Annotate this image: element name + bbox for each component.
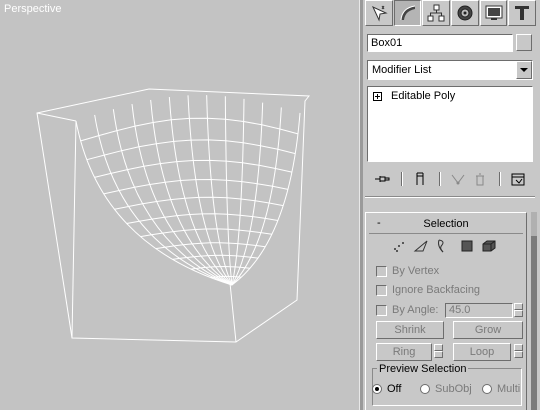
loop-button[interactable]: Loop <box>453 343 511 361</box>
selection-rollout-header[interactable]: - Selection <box>369 217 523 234</box>
modify-tab-icon <box>400 5 415 21</box>
ring-spinner[interactable] <box>434 344 443 359</box>
utilities-tab-icon <box>515 6 530 20</box>
preview-off-option[interactable]: Off <box>372 383 401 395</box>
modify-tab[interactable] <box>393 0 422 26</box>
spinner-down-arrow[interactable] <box>434 351 443 358</box>
vertex-icon <box>394 242 404 252</box>
by-angle-label: By Angle: <box>392 304 439 316</box>
loop-spinner[interactable] <box>514 344 523 359</box>
utilities-tab[interactable] <box>508 0 537 26</box>
box-edge <box>229 282 237 343</box>
motion-tab[interactable] <box>451 0 479 26</box>
toolbar-separator <box>499 172 501 186</box>
show-end-result-button[interactable] <box>411 170 429 188</box>
configure-sets-icon <box>511 173 525 186</box>
remove-modifier-button[interactable] <box>471 170 489 188</box>
by-vertex-option[interactable]: By Vertex <box>376 265 439 277</box>
mesh-spoke <box>206 95 233 286</box>
expand-plus-icon[interactable] <box>373 91 382 101</box>
hierarchy-tab-icon <box>427 4 445 22</box>
polygon-mode-button[interactable] <box>459 238 475 254</box>
motion-tab-icon <box>457 5 473 21</box>
preview-off-radio[interactable] <box>372 384 382 394</box>
selection-rollout-title: Selection <box>423 218 469 230</box>
hierarchy-tab[interactable] <box>422 0 451 26</box>
ignore-backfacing-label: Ignore Backfacing <box>392 284 481 296</box>
subobject-level-buttons <box>391 238 531 254</box>
edge-mode-button[interactable] <box>413 238 429 254</box>
spinner-up-arrow[interactable] <box>434 344 443 351</box>
object-name-field[interactable]: Box01 <box>367 34 513 52</box>
ring-button[interactable]: Ring <box>376 343 432 361</box>
preview-selection-title: Preview Selection <box>377 363 469 375</box>
by-vertex-checkbox[interactable] <box>376 265 387 277</box>
pin-icon <box>375 176 390 182</box>
modifier-list-value: Modifier List <box>372 64 432 76</box>
spinner-down-arrow[interactable] <box>514 351 523 358</box>
create-tab-icon <box>371 5 388 22</box>
preview-subobj-label: SubObj <box>435 383 472 395</box>
element-icon <box>482 240 496 252</box>
pin-stack-button[interactable] <box>373 170 391 188</box>
preview-multi-option[interactable]: Multi <box>482 383 520 395</box>
mesh-spoke <box>231 98 245 286</box>
spinner-up-arrow[interactable] <box>514 303 523 310</box>
box-edge <box>36 112 77 122</box>
mesh-spoke <box>224 96 233 286</box>
preview-multi-radio[interactable] <box>482 384 492 394</box>
grow-button[interactable]: Grow <box>453 321 523 339</box>
trash-icon <box>476 173 484 186</box>
panel-scrollbar-thumb[interactable] <box>531 236 537 410</box>
create-tab[interactable] <box>365 0 393 26</box>
preview-multi-label: Multi <box>497 383 521 395</box>
toolbar-separator <box>401 172 403 186</box>
toolbar-separator <box>439 172 441 186</box>
preview-off-label: Off <box>387 383 402 395</box>
perspective-viewport[interactable]: Perspective <box>0 0 359 410</box>
make-unique-icon <box>451 174 465 185</box>
spinner-down-arrow[interactable] <box>514 310 523 317</box>
ignore-backfacing-option[interactable]: Ignore Backfacing <box>376 284 480 296</box>
by-vertex-label: By Vertex <box>392 265 440 277</box>
polygon-icon <box>461 240 473 252</box>
stack-item-editable-poly[interactable]: Editable Poly <box>373 90 455 102</box>
border-mode-button[interactable] <box>433 238 449 254</box>
modifier-list-arrow[interactable] <box>516 61 532 79</box>
command-panel: Box01 Modifier List Editable Poly - Sele… <box>363 0 540 410</box>
spinner-up-arrow[interactable] <box>514 344 523 351</box>
ignore-backfacing-checkbox[interactable] <box>376 284 387 296</box>
by-angle-spinner[interactable] <box>514 303 523 318</box>
stack-toolbar <box>367 168 533 190</box>
stack-item-label: Editable Poly <box>391 90 456 102</box>
by-angle-option[interactable]: By Angle: <box>376 304 438 316</box>
panel-separator <box>365 196 535 198</box>
display-tab-icon <box>485 5 503 20</box>
by-angle-value-field[interactable]: 45.0 <box>445 303 513 318</box>
by-angle-checkbox[interactable] <box>376 304 387 316</box>
border-icon <box>438 239 444 253</box>
box-edge <box>71 120 77 339</box>
box-outline <box>36 88 311 343</box>
element-mode-button[interactable] <box>481 238 497 254</box>
vertex-mode-button[interactable] <box>391 238 407 254</box>
show-end-result-icon <box>416 172 424 185</box>
chevron-down-icon <box>520 68 528 72</box>
display-tab[interactable] <box>479 0 508 26</box>
shrink-button[interactable]: Shrink <box>376 321 444 339</box>
preview-subobj-option[interactable]: SubObj <box>420 383 472 395</box>
modifier-list-dropdown[interactable]: Modifier List <box>367 60 533 80</box>
box-mesh-wireframe <box>36 88 311 343</box>
configure-modifier-sets-button[interactable] <box>509 170 527 188</box>
make-unique-button[interactable] <box>449 170 467 188</box>
modifier-stack[interactable]: Editable Poly <box>367 86 533 162</box>
command-panel-tabs <box>365 0 537 28</box>
object-color-swatch[interactable] <box>516 34 532 51</box>
preview-subobj-radio[interactable] <box>420 384 430 394</box>
edge-icon <box>413 240 428 252</box>
